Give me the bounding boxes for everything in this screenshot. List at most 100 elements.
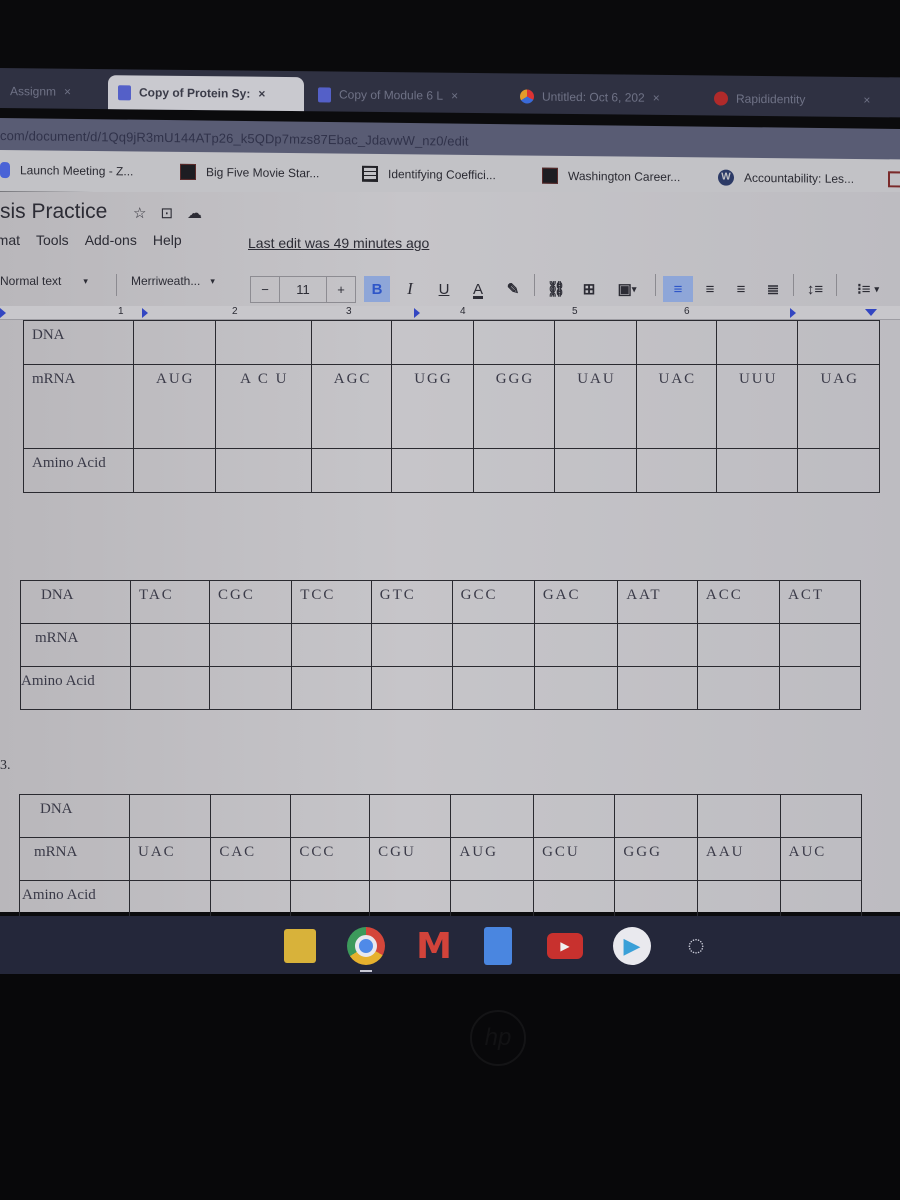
- table-cell[interactable]: AUC: [779, 837, 863, 881]
- table-cell[interactable]: UGG: [391, 364, 474, 449]
- row-label[interactable]: DNA: [20, 580, 131, 624]
- table-cell[interactable]: ACT: [779, 580, 861, 624]
- row-label[interactable]: Amino Acid: [23, 448, 134, 493]
- table-cell[interactable]: [533, 880, 616, 921]
- row-label[interactable]: DNA: [23, 320, 134, 365]
- table-cell[interactable]: [554, 448, 637, 493]
- align-right-button[interactable]: ≡: [728, 276, 754, 302]
- table-cell[interactable]: CGU: [369, 837, 452, 881]
- text-color-button[interactable]: A: [465, 276, 491, 302]
- table-cell[interactable]: [291, 666, 372, 710]
- close-icon[interactable]: ×: [258, 87, 265, 101]
- table-cell[interactable]: [451, 666, 535, 710]
- table-cell[interactable]: UAG: [797, 364, 880, 449]
- table-cell[interactable]: [779, 794, 863, 838]
- tab-copy-of-protein-synthesis[interactable]: Copy of Protein Sy: ×: [108, 75, 304, 112]
- left-indent-marker[interactable]: [0, 308, 6, 318]
- ruler[interactable]: 1 2 3 4 5 6: [0, 306, 900, 320]
- table-cell[interactable]: [370, 666, 453, 710]
- bold-button[interactable]: B: [364, 276, 390, 302]
- table-cell[interactable]: CGC: [208, 580, 293, 624]
- table-cell[interactable]: [797, 320, 880, 365]
- table-cell[interactable]: [128, 880, 212, 921]
- link-icon[interactable]: ⛓: [543, 276, 569, 302]
- table-cell[interactable]: [208, 666, 293, 710]
- table-cell[interactable]: [554, 320, 637, 365]
- last-edit-link[interactable]: Last edit was 49 minutes ago: [248, 235, 429, 251]
- tab-untitled[interactable]: Untitled: Oct 6, 202 ×: [510, 79, 700, 115]
- table-cell[interactable]: [310, 320, 393, 365]
- table-cell[interactable]: AUG: [133, 364, 216, 449]
- tab-stop-marker[interactable]: [414, 308, 420, 318]
- row-label[interactable]: Amino Acid: [19, 880, 130, 921]
- shelf-app-classroom[interactable]: [280, 926, 320, 966]
- table-cell[interactable]: [370, 623, 453, 667]
- table-cell[interactable]: [533, 666, 619, 710]
- table-cell[interactable]: [617, 666, 698, 710]
- tab-rapididentity[interactable]: Rapididentity ×: [704, 81, 894, 117]
- table-cell[interactable]: UAU: [554, 364, 637, 449]
- table-cell[interactable]: [133, 320, 216, 365]
- row-label[interactable]: mRNA: [23, 364, 134, 449]
- table-cell[interactable]: [617, 623, 698, 667]
- close-icon[interactable]: ×: [64, 85, 71, 99]
- table-cell[interactable]: [697, 794, 781, 838]
- shelf-app-gmail[interactable]: M: [414, 926, 454, 967]
- table-cell[interactable]: GCU: [533, 837, 616, 881]
- bookmark-accountability[interactable]: W Accountability: Les...: [718, 169, 854, 187]
- bookmark-more[interactable]: [888, 171, 900, 188]
- table-cell[interactable]: GGG: [472, 364, 556, 449]
- menu-add-ons[interactable]: Add-ons: [85, 232, 137, 248]
- align-left-button[interactable]: ≡: [663, 276, 693, 302]
- table-cell[interactable]: [208, 623, 293, 667]
- justify-button[interactable]: ≣: [760, 276, 786, 302]
- table-cell[interactable]: [697, 880, 781, 921]
- table-cell[interactable]: [369, 880, 452, 921]
- table-cell[interactable]: [391, 448, 474, 493]
- star-icon[interactable]: ☆: [133, 204, 146, 222]
- table-cell[interactable]: [715, 448, 799, 493]
- checklist-button[interactable]: ⁝≡ ▾: [846, 276, 890, 302]
- table-cell[interactable]: [797, 448, 880, 493]
- shelf-app-youtube[interactable]: ▶: [545, 926, 585, 966]
- line-spacing-button[interactable]: ↕≡: [800, 276, 830, 302]
- table-cell[interactable]: A C U: [214, 364, 312, 449]
- table-cell[interactable]: CAC: [210, 837, 292, 881]
- table-cell[interactable]: [210, 794, 292, 838]
- table-cell[interactable]: [210, 880, 292, 921]
- table-cell[interactable]: ACC: [696, 580, 781, 624]
- table-cell[interactable]: [130, 666, 210, 710]
- shelf-app-chrome[interactable]: [346, 926, 386, 972]
- row-label[interactable]: mRNA: [19, 837, 130, 881]
- table-cell[interactable]: [130, 623, 210, 667]
- table-cell[interactable]: UUU: [715, 364, 799, 449]
- table-cell[interactable]: [290, 794, 371, 838]
- underline-button[interactable]: U: [431, 276, 457, 302]
- bookmark-identifying-coefficients[interactable]: Identifying Coeffici...: [362, 165, 496, 183]
- menu-format[interactable]: rmat: [0, 232, 20, 248]
- close-icon[interactable]: ×: [451, 89, 458, 103]
- decrease-font-size-button[interactable]: −: [251, 277, 279, 302]
- table-cell[interactable]: [291, 623, 372, 667]
- table-cell[interactable]: [214, 320, 312, 365]
- close-icon[interactable]: ×: [863, 93, 870, 107]
- table-cell[interactable]: [779, 880, 863, 921]
- font-size-input[interactable]: 11: [279, 277, 327, 302]
- table-cell[interactable]: TCC: [291, 580, 372, 624]
- table-cell[interactable]: [533, 623, 619, 667]
- bookmark-launch-meeting[interactable]: Launch Meeting - Z...: [0, 162, 133, 179]
- font-select[interactable]: Merriweath... ▾: [131, 274, 215, 288]
- table-cell[interactable]: [779, 623, 861, 667]
- table-cell[interactable]: [779, 666, 861, 710]
- move-to-folder-icon[interactable]: ⊡: [160, 204, 173, 222]
- table-cell[interactable]: [391, 320, 474, 365]
- row-label[interactable]: mRNA: [20, 623, 131, 667]
- menu-help[interactable]: Help: [153, 232, 182, 248]
- table-cell[interactable]: [696, 666, 781, 710]
- table-cell[interactable]: TAC: [130, 580, 210, 624]
- table-cell[interactable]: [472, 448, 556, 493]
- table-cell[interactable]: [533, 794, 616, 838]
- table-cell[interactable]: [614, 880, 699, 921]
- bookmark-big-five[interactable]: Big Five Movie Star...: [180, 163, 319, 181]
- align-center-button[interactable]: ≡: [697, 276, 723, 302]
